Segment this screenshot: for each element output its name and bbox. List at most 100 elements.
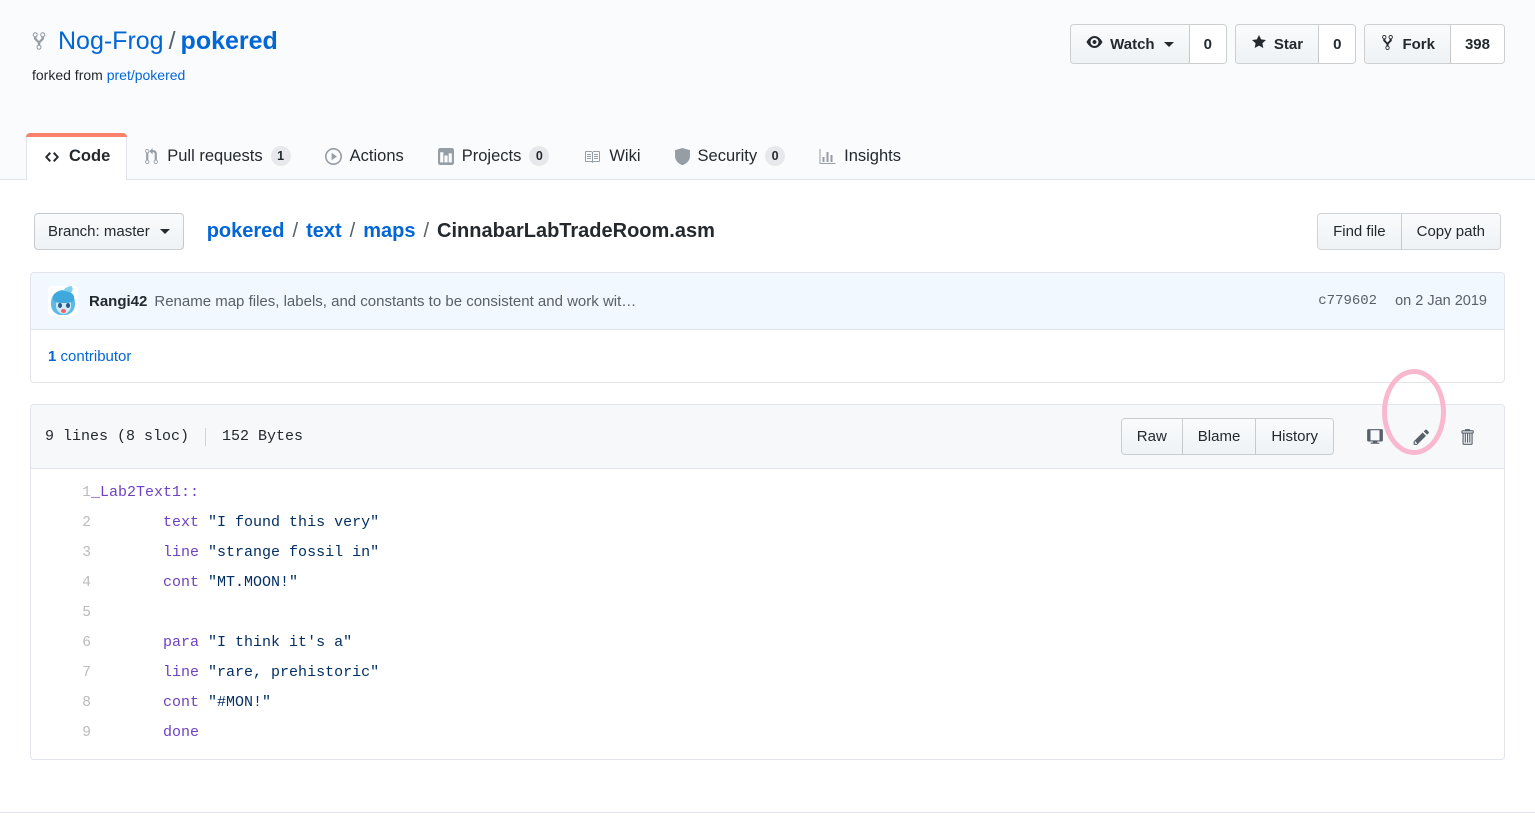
- code-line-content[interactable]: line "strange fossil in": [91, 538, 1504, 568]
- code-token-kw: done: [163, 724, 200, 741]
- latest-commit-row: Rangi42 Rename map files, labels, and co…: [31, 273, 1504, 330]
- file-view-button-group: Raw Blame History: [1120, 418, 1334, 455]
- code-line: 6 para "I think it's a": [31, 628, 1504, 658]
- tab-code-label: Code: [69, 147, 111, 165]
- commit-sha[interactable]: c779602: [1318, 293, 1377, 309]
- repository-name-link[interactable]: pokered: [181, 26, 278, 56]
- breadcrumb-filename: CinnabarLabTradeRoom.asm: [437, 220, 715, 242]
- star-button-group: Star 0: [1234, 24, 1357, 64]
- tab-pull-requests[interactable]: Pull requests 1: [127, 132, 307, 179]
- commit-author-link[interactable]: Rangi42: [89, 293, 147, 310]
- pencil-icon[interactable]: [1404, 420, 1438, 454]
- branch-button-label: Branch: master: [48, 223, 150, 240]
- code-line-number[interactable]: 4: [31, 568, 91, 598]
- code-line-content[interactable]: _Lab2Text1::: [91, 478, 1504, 508]
- repo-forked-icon: [1380, 34, 1395, 55]
- code-line-content[interactable]: cont "#MON!": [91, 688, 1504, 718]
- code-token-str: "strange fossil in": [208, 544, 380, 561]
- code-line-number[interactable]: 8: [31, 688, 91, 718]
- code-line-number[interactable]: 1: [31, 478, 91, 508]
- breadcrumb-segment-maps[interactable]: maps: [363, 220, 415, 243]
- code-line-content[interactable]: para "I think it's a": [91, 628, 1504, 658]
- file-size: 152 Bytes: [222, 428, 304, 445]
- star-count[interactable]: 0: [1319, 25, 1356, 63]
- code-line-content[interactable]: line "rare, prehistoric": [91, 658, 1504, 688]
- page-bottom-divider: [0, 812, 1535, 813]
- breadcrumb-separator: /: [349, 220, 356, 242]
- latest-commit-box: Rangi42 Rename map files, labels, and co…: [30, 272, 1505, 383]
- branch-select-button[interactable]: Branch: master: [34, 213, 184, 250]
- code-token-str: "#MON!": [208, 694, 272, 711]
- watch-label: Watch: [1110, 35, 1155, 53]
- code-line: 4 cont "MT.MOON!": [31, 568, 1504, 598]
- code-line-number[interactable]: 9: [31, 718, 91, 748]
- history-button[interactable]: History: [1255, 419, 1333, 454]
- tab-security[interactable]: Security 0: [658, 132, 803, 179]
- trash-icon[interactable]: [1450, 420, 1484, 454]
- file-header-bar: 9 lines (8 sloc) 152 Bytes Raw Blame His…: [31, 369, 1504, 469]
- forked-from-link[interactable]: pret/pokered: [107, 67, 186, 83]
- watch-count[interactable]: 0: [1189, 25, 1226, 63]
- code-token-kw: line: [163, 544, 200, 561]
- blame-button[interactable]: Blame: [1181, 419, 1256, 454]
- breadcrumb-segment-text[interactable]: text: [306, 220, 342, 243]
- repository-actions: Watch 0 Star 0 Fork 398: [1070, 22, 1505, 64]
- repository-header: Nog-Frog / pokered forked from pret/poke…: [0, 0, 1535, 183]
- desktop-download-icon[interactable]: [1358, 420, 1392, 454]
- code-line-number[interactable]: 5: [31, 598, 91, 628]
- tab-insights-label: Insights: [844, 147, 901, 165]
- commit-meta: c779602 on 2 Jan 2019: [1318, 293, 1487, 309]
- breadcrumb-root[interactable]: pokered: [207, 220, 285, 243]
- fork-count[interactable]: 398: [1450, 25, 1504, 63]
- code-line-number[interactable]: 6: [31, 628, 91, 658]
- code-line: 2 text "I found this very": [31, 508, 1504, 538]
- fork-button[interactable]: Fork: [1365, 25, 1451, 63]
- code-icon: [43, 149, 61, 165]
- code-line-number[interactable]: 7: [31, 658, 91, 688]
- forked-from-line: forked from pret/pokered: [30, 67, 278, 83]
- tab-projects-counter: 0: [529, 146, 550, 166]
- code-line: 7 line "rare, prehistoric": [31, 658, 1504, 688]
- star-label: Star: [1273, 35, 1304, 53]
- code-line-number[interactable]: 3: [31, 538, 91, 568]
- code-token-kw: text: [163, 514, 200, 531]
- commit-message[interactable]: Rename map files, labels, and constants …: [154, 293, 1318, 310]
- copy-path-button[interactable]: Copy path: [1400, 214, 1500, 249]
- forked-from-label: forked from: [32, 67, 103, 83]
- file-navigation-left: Branch: master pokered / text / maps / C…: [34, 213, 715, 250]
- fork-label: Fork: [1402, 35, 1435, 53]
- code-token-str: "rare, prehistoric": [208, 664, 380, 681]
- chevron-down-icon: [159, 229, 170, 234]
- code-token-label: _Lab2Text1::: [91, 484, 200, 501]
- file-box: 9 lines (8 sloc) 152 Bytes Raw Blame His…: [30, 369, 1505, 760]
- repository-nav-tabs: Code Pull requests 1 Actions Projects 0 …: [26, 132, 918, 183]
- tab-code[interactable]: Code: [26, 133, 128, 183]
- repository-owner-link[interactable]: Nog-Frog: [58, 26, 164, 56]
- star-button[interactable]: Star: [1235, 25, 1320, 63]
- avatar[interactable]: [48, 286, 78, 316]
- code-line-number[interactable]: 2: [31, 508, 91, 538]
- page-title: Nog-Frog / pokered: [30, 22, 278, 56]
- tab-projects[interactable]: Projects 0: [421, 132, 567, 179]
- code-line-content[interactable]: done: [91, 718, 1504, 748]
- eye-icon: [1086, 34, 1103, 54]
- chevron-down-icon: [1163, 41, 1174, 47]
- watch-button[interactable]: Watch: [1071, 25, 1190, 63]
- raw-button[interactable]: Raw: [1121, 419, 1182, 454]
- file-line-count: 9 lines (8 sloc): [45, 428, 190, 445]
- contributors-link[interactable]: 1 contributor: [48, 348, 131, 365]
- main-content: Branch: master pokered / text / maps / C…: [0, 180, 1535, 760]
- code-token-kw: cont: [163, 694, 200, 711]
- find-file-button[interactable]: Find file: [1318, 214, 1401, 249]
- project-board-icon: [437, 147, 454, 165]
- tab-insights[interactable]: Insights: [802, 133, 918, 179]
- file-navigation-row: Branch: master pokered / text / maps / C…: [30, 180, 1505, 250]
- fork-button-group: Fork 398: [1364, 24, 1505, 64]
- code-line-content[interactable]: text "I found this very": [91, 508, 1504, 538]
- code-line-content[interactable]: [91, 598, 1504, 628]
- tab-wiki[interactable]: Wiki: [566, 133, 657, 179]
- tab-actions[interactable]: Actions: [308, 133, 421, 179]
- code-line-content[interactable]: cont "MT.MOON!": [91, 568, 1504, 598]
